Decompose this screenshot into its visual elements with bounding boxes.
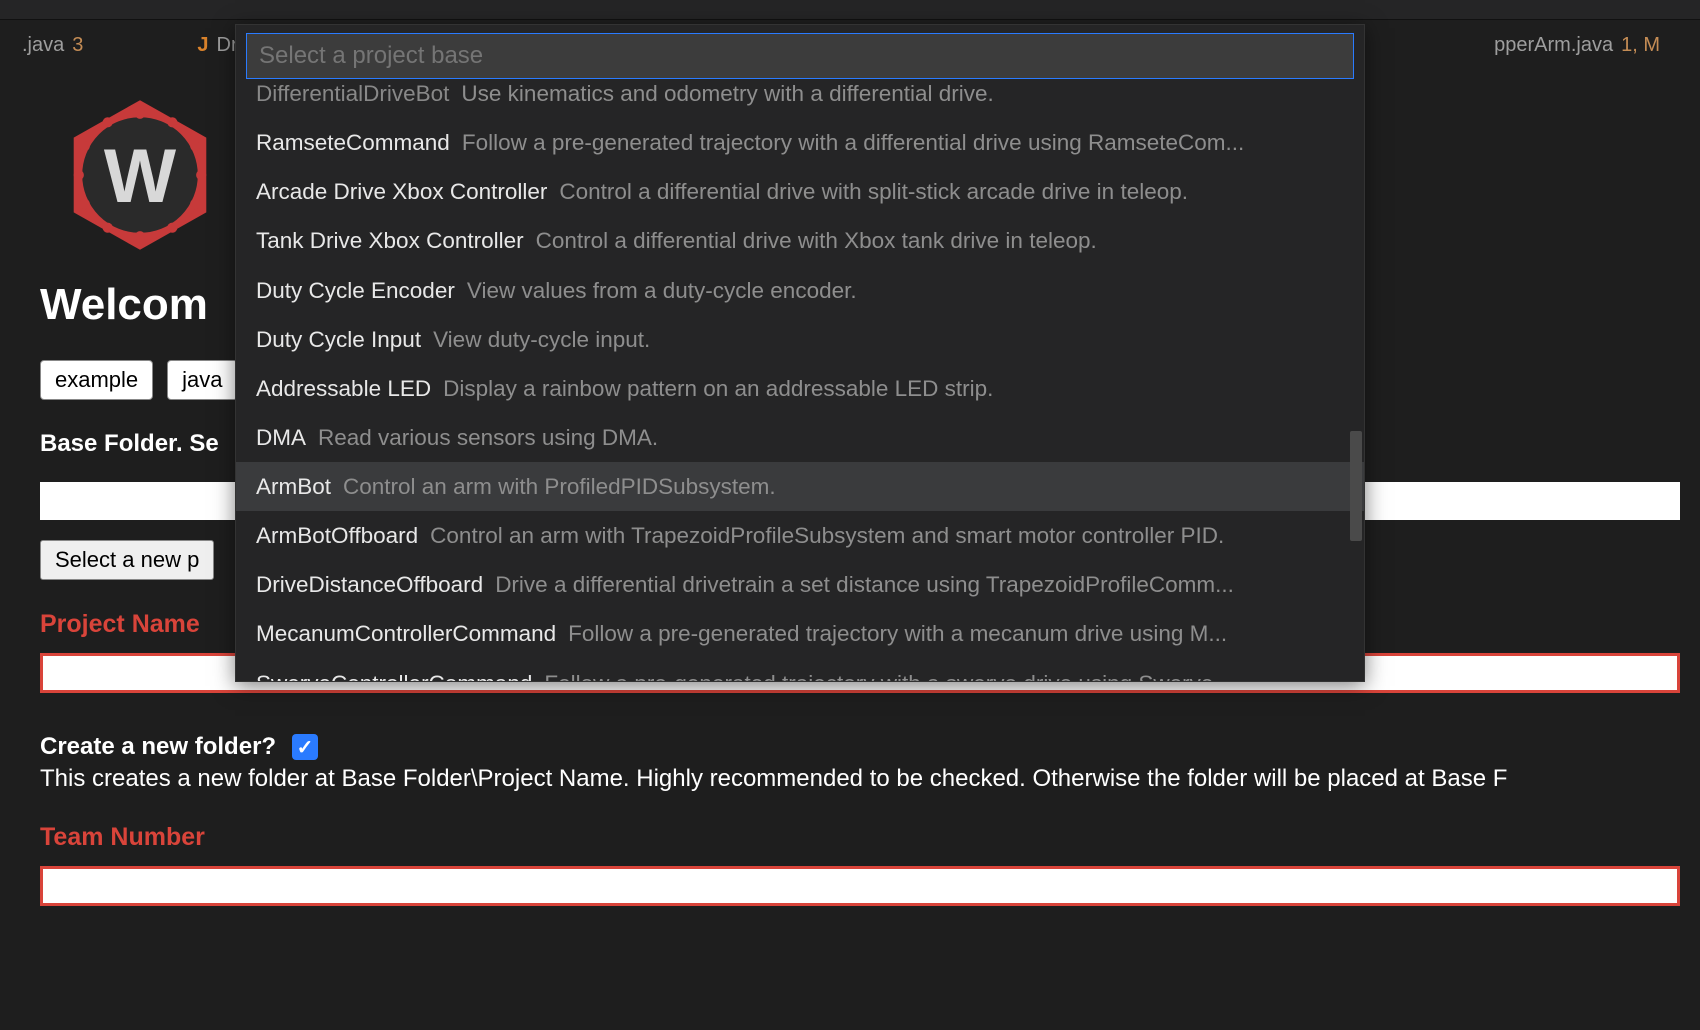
create-folder-label: Create a new folder? — [40, 733, 276, 761]
option-name: ArmBotOffboard — [256, 517, 418, 554]
option-name: RamseteCommand — [256, 124, 450, 161]
option-description: Read various sensors using DMA. — [318, 419, 658, 456]
project-base-option[interactable]: RamseteCommand Follow a pre-generated tra… — [236, 118, 1364, 167]
project-base-option[interactable]: Tank Drive Xbox Controller Control a diff… — [236, 216, 1364, 265]
tab-right[interactable]: pperArm.java 1, M — [1472, 20, 1700, 70]
option-description: View duty-cycle input. — [433, 321, 650, 358]
option-description: Control a differential drive with Xbox t… — [536, 222, 1097, 259]
option-name: DMA — [256, 419, 306, 456]
chip-example[interactable]: example — [40, 360, 153, 400]
option-name: Duty Cycle Input — [256, 321, 421, 358]
project-base-option[interactable]: ArmBot Control an arm with ProfiledPIDSub… — [236, 462, 1364, 511]
tab-left-name: .java — [22, 34, 64, 57]
title-bar-spacer — [0, 0, 1700, 20]
project-base-list[interactable]: DifferentialDriveBot Use kinematics and o… — [236, 81, 1364, 681]
project-base-option[interactable]: Duty Cycle Encoder View values from a dut… — [236, 266, 1364, 315]
option-name: Duty Cycle Encoder — [256, 272, 455, 309]
option-name: Tank Drive Xbox Controller — [256, 222, 524, 259]
project-base-option[interactable]: Duty Cycle Input View duty-cycle input. — [236, 315, 1364, 364]
option-description: Control a differential drive with split-… — [559, 173, 1188, 210]
option-description: Display a rainbow pattern on an addressa… — [443, 370, 993, 407]
project-base-dropdown: DifferentialDriveBot Use kinematics and o… — [235, 24, 1365, 682]
option-name: DriveDistanceOffboard — [256, 566, 483, 603]
create-folder-row: Create a new folder? ✓ — [40, 733, 1660, 761]
team-number-input[interactable] — [40, 866, 1680, 906]
checkmark-icon: ✓ — [297, 735, 314, 760]
project-base-option[interactable]: SwerveControllerCommand Follow a pre-gene… — [236, 659, 1364, 682]
project-base-option[interactable]: DifferentialDriveBot Use kinematics and o… — [236, 81, 1364, 118]
option-name: ArmBot — [256, 468, 331, 505]
option-description: Control an arm with ProfiledPIDSubsystem… — [343, 468, 776, 505]
option-description: Use kinematics and odometry with a diffe… — [461, 81, 993, 112]
team-number-label: Team Number — [40, 823, 1660, 852]
option-description: View values from a duty-cycle encoder. — [467, 272, 857, 309]
option-description: Control an arm with TrapezoidProfileSubs… — [430, 517, 1224, 554]
project-base-option[interactable]: MecanumControllerCommand Follow a pre-gen… — [236, 609, 1364, 658]
svg-text:W: W — [104, 134, 177, 219]
chip-java[interactable]: java — [167, 360, 237, 400]
option-description: Drive a differential drivetrain a set di… — [495, 566, 1234, 603]
tab-left-modified-count: 3 — [72, 34, 83, 57]
option-name: Addressable LED — [256, 370, 431, 407]
create-folder-description: This creates a new folder at Base Folder… — [40, 765, 1660, 793]
option-description: Follow a pre-generated trajectory with a… — [544, 665, 1232, 682]
create-folder-checkbox[interactable]: ✓ — [292, 734, 318, 760]
project-base-option[interactable]: ArmBotOffboard Control an arm with Trapez… — [236, 511, 1364, 560]
tab-left[interactable]: .java 3 — [0, 20, 105, 70]
wpilib-logo: W — [50, 90, 230, 260]
tab-right-name: pperArm.java — [1494, 34, 1613, 57]
tab-right-modified: 1, M — [1621, 34, 1660, 57]
select-folder-button[interactable]: Select a new p — [40, 540, 214, 580]
project-base-option[interactable]: DriveDistanceOffboard Drive a differentia… — [236, 560, 1364, 609]
option-description: Follow a pre-generated trajectory with a… — [462, 124, 1244, 161]
project-base-option[interactable]: Addressable LED Display a rainbow pattern… — [236, 364, 1364, 413]
option-name: SwerveControllerCommand — [256, 665, 532, 682]
project-base-option[interactable]: Arcade Drive Xbox Controller Control a di… — [236, 167, 1364, 216]
java-file-icon: J — [197, 34, 208, 57]
option-name: Arcade Drive Xbox Controller — [256, 173, 547, 210]
dropdown-scrollbar[interactable] — [1350, 431, 1362, 541]
option-name: DifferentialDriveBot — [256, 81, 449, 112]
project-base-option[interactable]: DMA Read various sensors using DMA. — [236, 413, 1364, 462]
option-description: Follow a pre-generated trajectory with a… — [568, 615, 1227, 652]
project-base-search-input[interactable] — [246, 33, 1354, 79]
option-name: MecanumControllerCommand — [256, 615, 556, 652]
